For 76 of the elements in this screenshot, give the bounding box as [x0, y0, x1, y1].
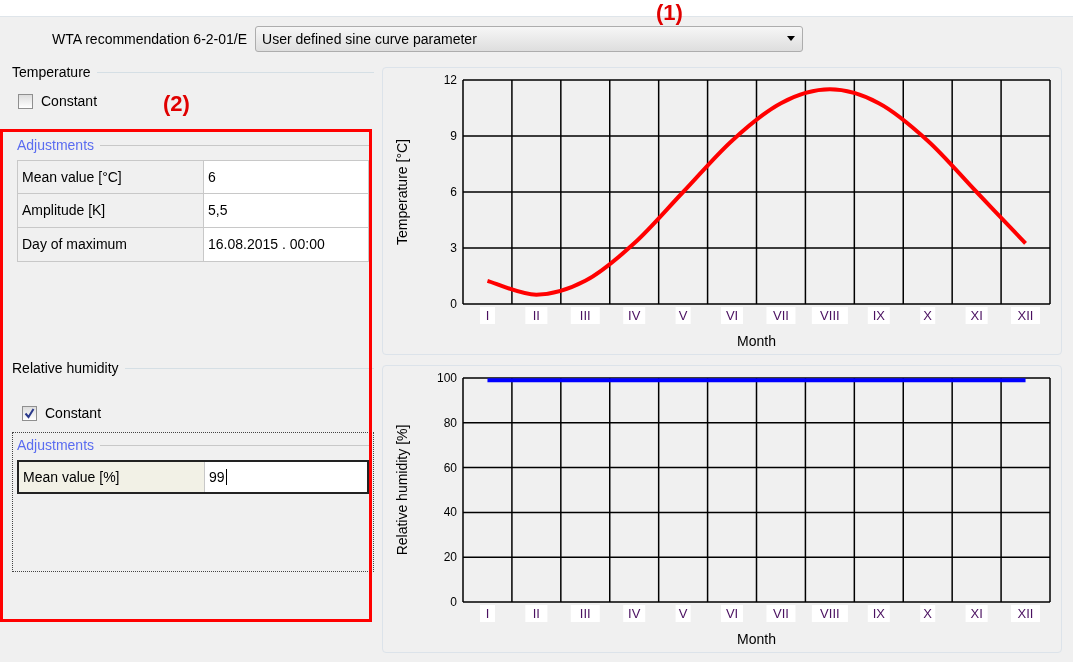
- x-tick-label: III: [579, 308, 591, 323]
- x-tick-label: IV: [628, 606, 641, 621]
- month-label: V: [675, 605, 691, 622]
- x-tick-label: XII: [1017, 606, 1034, 621]
- y-tick-label: 100: [436, 371, 457, 385]
- checkbox[interactable]: [18, 94, 33, 109]
- month-label: VI: [721, 605, 744, 622]
- month-label: II: [525, 605, 548, 622]
- month-label: VI: [721, 307, 744, 324]
- month-label: X: [920, 307, 936, 324]
- month-label: XI: [965, 307, 988, 324]
- section-title: Relative humidity: [12, 358, 119, 378]
- month-label: IX: [867, 605, 890, 622]
- month-label: VII: [766, 307, 796, 324]
- property-row[interactable]: Day of maximum 16.08.2015 . 00:00: [17, 228, 369, 262]
- x-axis-title: Month: [737, 333, 776, 349]
- checkbox[interactable]: [22, 406, 37, 421]
- callout-label: (2): [163, 93, 190, 115]
- month-label: VIII: [811, 307, 848, 324]
- y-tick-label: 20: [443, 550, 457, 565]
- x-tick-label: IX: [872, 606, 886, 621]
- y-axis-title: Temperature [°C]: [394, 139, 410, 245]
- caret-icon: [786, 36, 797, 42]
- y-tick-label: 3: [450, 241, 457, 255]
- callout-label: (1): [656, 2, 683, 24]
- section-title: Temperature: [12, 62, 91, 82]
- x-tick-label: I: [485, 308, 490, 323]
- month-label: IX: [867, 307, 890, 324]
- month-label: III: [570, 605, 600, 622]
- property-row[interactable]: Amplitude [K] 5,5: [17, 194, 369, 228]
- month-label: III: [570, 307, 600, 324]
- x-tick-label: XI: [970, 606, 983, 621]
- y-tick-label: 9: [450, 129, 457, 143]
- x-axis-title: Month: [737, 631, 776, 647]
- month-label: VII: [766, 605, 796, 622]
- group-title: Adjustments: [17, 436, 95, 455]
- x-tick-label: IX: [872, 308, 886, 323]
- month-label: XI: [965, 605, 988, 622]
- dropdown[interactable]: User defined sine curve parameter: [255, 26, 804, 52]
- month-label: VIII: [811, 605, 848, 622]
- x-tick-label: I: [485, 606, 490, 621]
- x-tick-label: VIII: [820, 606, 840, 621]
- y-tick-label: 60: [443, 460, 457, 475]
- y-tick-label: 12: [443, 73, 457, 87]
- field-label: WTA recommendation 6-2-01/E: [52, 29, 248, 49]
- x-tick-label: II: [532, 308, 540, 323]
- x-tick-label: VI: [725, 606, 739, 621]
- checkbox-label[interactable]: Constant: [45, 403, 102, 424]
- x-tick-label: VI: [725, 308, 739, 323]
- month-label: I: [479, 307, 495, 324]
- x-tick-label: VII: [773, 606, 789, 621]
- month-label: I: [479, 605, 495, 622]
- x-tick-label: III: [579, 606, 591, 621]
- y-tick-label: 0: [450, 297, 457, 311]
- x-tick-label: VIII: [820, 308, 840, 323]
- x-tick-label: XII: [1017, 308, 1034, 323]
- month-label: X: [920, 605, 936, 622]
- y-tick-label: 0: [450, 595, 457, 609]
- checkbox-label[interactable]: Constant: [41, 91, 98, 112]
- y-axis-title: Relative humidity [%]: [394, 424, 410, 556]
- month-label: IV: [623, 307, 646, 324]
- month-label: V: [675, 307, 691, 324]
- y-tick-label: 80: [443, 415, 457, 430]
- month-label: II: [525, 307, 548, 324]
- property-row[interactable]: Mean value [%] 99: [17, 460, 369, 494]
- x-tick-label: XI: [970, 308, 983, 323]
- month-label: XII: [1011, 307, 1041, 324]
- x-tick-label: VII: [773, 308, 789, 323]
- group-title: Adjustments: [17, 136, 95, 155]
- property-row[interactable]: Mean value [°C] 6: [17, 160, 369, 194]
- month-label: XII: [1011, 605, 1041, 622]
- x-tick-label: II: [532, 606, 540, 621]
- month-label: IV: [623, 605, 646, 622]
- y-tick-label: 6: [450, 185, 457, 199]
- x-tick-label: IV: [628, 308, 641, 323]
- y-tick-label: 40: [443, 505, 457, 520]
